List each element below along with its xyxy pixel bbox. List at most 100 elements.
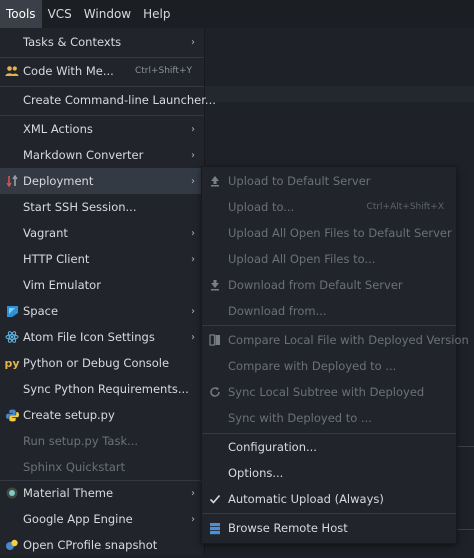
menu-item-label: Create setup.py: [23, 408, 115, 422]
menu-item-google-app-engine[interactable]: Google App Engine ›: [0, 506, 204, 532]
menu-item-label: Deployment: [23, 174, 94, 188]
menu-item-xml-actions[interactable]: XML Actions ›: [0, 116, 204, 142]
submenu-item-label: Download from Default Server: [228, 278, 403, 292]
python-console-icon: py: [4, 356, 20, 370]
menu-help-label: Help: [143, 7, 171, 21]
menu-item-markdown-converter[interactable]: Markdown Converter ›: [0, 142, 204, 168]
menu-item-label: Start SSH Session...: [23, 200, 137, 214]
menu-item-open-cprofile-snapshot[interactable]: Open CProfile snapshot: [0, 532, 204, 558]
menu-item-space[interactable]: Space ›: [0, 298, 204, 324]
chevron-right-icon: ›: [191, 331, 195, 343]
download-icon: [208, 278, 222, 292]
space-icon: [4, 303, 20, 319]
submenu-item-compare-with: Compare with Deployed to ...: [202, 353, 456, 379]
menu-item-code-with-me[interactable]: Code With Me... Ctrl+Shift+Y: [0, 58, 204, 84]
submenu-item-label: Automatic Upload (Always): [228, 492, 384, 506]
menu-item-label: Material Theme: [23, 486, 114, 500]
menu-item-start-ssh[interactable]: Start SSH Session...: [0, 194, 204, 220]
separator: [202, 325, 456, 326]
separator: [202, 513, 456, 514]
submenu-item-configuration[interactable]: Configuration...: [202, 434, 456, 460]
shortcut-label: Ctrl+Shift+Y: [134, 66, 192, 76]
compare-icon: [208, 333, 222, 347]
menu-item-python-debug-console[interactable]: py Python or Debug Console: [0, 350, 204, 376]
menu-item-deployment[interactable]: Deployment ›: [0, 168, 204, 194]
submenu-item-sync-with: Sync with Deployed to ...: [202, 405, 456, 431]
submenu-item-label: Options...: [228, 466, 284, 480]
menu-item-http-client[interactable]: HTTP Client ›: [0, 246, 204, 272]
menu-window[interactable]: Window: [78, 0, 137, 28]
chevron-right-icon: ›: [191, 36, 195, 48]
menu-item-label: Atom File Icon Settings: [23, 330, 155, 344]
menu-item-label: Vim Emulator: [23, 278, 101, 292]
menu-tools[interactable]: Tools: [0, 0, 42, 28]
deployment-icon: [4, 173, 20, 189]
submenu-item-label: Compare with Deployed to ...: [228, 359, 397, 373]
material-theme-icon: [4, 485, 20, 501]
menu-item-label: Run setup.py Task...: [23, 434, 139, 448]
atom-icon: [4, 329, 20, 345]
chevron-right-icon: ›: [191, 253, 195, 265]
submenu-item-label: Upload All Open Files to...: [228, 252, 376, 266]
menu-item-label: Space: [23, 304, 59, 318]
menu-window-label: Window: [83, 7, 132, 21]
submenu-item-upload-default: Upload to Default Server: [202, 168, 456, 194]
chevron-right-icon: ›: [191, 175, 195, 187]
submenu-item-upload-to: Upload to... Ctrl+Alt+Shift+X: [202, 194, 456, 220]
upload-icon: [208, 174, 222, 188]
menu-item-label: Vagrant: [23, 226, 68, 240]
submenu-item-browse-remote-host[interactable]: Browse Remote Host: [202, 515, 456, 541]
menu-item-label: Markdown Converter: [23, 148, 144, 162]
remote-host-icon: [208, 521, 222, 535]
menu-item-create-launcher[interactable]: Create Command-line Launcher...: [0, 87, 216, 113]
menu-item-tasks-contexts[interactable]: Tasks & Contexts ›: [0, 29, 204, 55]
menu-item-sphinx-quickstart: Sphinx Quickstart: [0, 454, 204, 480]
menu-item-material-theme[interactable]: Material Theme ›: [0, 480, 204, 506]
chevron-right-icon: ›: [191, 487, 195, 499]
menu-item-vagrant[interactable]: Vagrant ›: [0, 220, 204, 246]
editor-highlight-line: [204, 86, 474, 102]
sync-icon: [208, 385, 222, 399]
menu-tools-label: Tools: [6, 7, 36, 21]
submenu-item-upload-all-default: Upload All Open Files to Default Server: [202, 220, 456, 246]
chevron-right-icon: ›: [191, 123, 195, 135]
submenu-item-upload-all-to: Upload All Open Files to...: [202, 246, 456, 272]
submenu-item-label: Upload All Open Files to Default Server: [228, 226, 452, 240]
submenu-item-label: Upload to Default Server: [228, 174, 371, 188]
menu-item-label: Sync Python Requirements...: [23, 382, 189, 396]
menu-item-atom-file-icon-settings[interactable]: Atom File Icon Settings ›: [0, 324, 204, 350]
chevron-right-icon: ›: [191, 513, 195, 525]
chevron-right-icon: ›: [191, 305, 195, 317]
people-icon: [4, 63, 20, 79]
submenu-item-automatic-upload[interactable]: Automatic Upload (Always): [202, 486, 456, 512]
submenu-item-label: Sync with Deployed to ...: [228, 411, 372, 425]
tools-menu: Tasks & Contexts › Code With Me... Ctrl+…: [0, 28, 216, 558]
menu-bar: Tools VCS Window Help: [0, 0, 474, 28]
menu-item-create-setup-py[interactable]: Create setup.py: [0, 402, 204, 428]
menu-item-label: HTTP Client: [23, 252, 90, 266]
menu-help[interactable]: Help: [137, 0, 176, 28]
menu-item-vim-emulator[interactable]: Vim Emulator: [0, 272, 204, 298]
menu-item-label: Create Command-line Launcher...: [23, 93, 216, 107]
menu-vcs[interactable]: VCS: [42, 0, 78, 28]
menu-item-label: Code With Me...: [23, 64, 114, 78]
submenu-item-label: Compare Local File with Deployed Version: [228, 333, 469, 347]
submenu-item-options[interactable]: Options...: [202, 460, 456, 486]
menu-item-sync-python-requirements[interactable]: Sync Python Requirements...: [0, 376, 204, 402]
chevron-right-icon: ›: [191, 149, 195, 161]
submenu-item-label: Upload to...: [228, 200, 295, 214]
submenu-item-download-from: Download from...: [202, 298, 456, 324]
menu-item-label: Python or Debug Console: [23, 356, 170, 370]
submenu-item-label: Download from...: [228, 304, 327, 318]
check-icon: [208, 492, 222, 506]
cprofile-icon: [4, 537, 20, 553]
menu-vcs-label: VCS: [47, 7, 72, 21]
submenu-item-download-default: Download from Default Server: [202, 272, 456, 298]
submenu-item-sync-local-subtree: Sync Local Subtree with Deployed: [202, 379, 456, 405]
menu-item-label: Open CProfile snapshot: [23, 538, 158, 552]
submenu-item-label: Configuration...: [228, 440, 317, 454]
chevron-right-icon: ›: [191, 227, 195, 239]
menu-item-run-setup-py-task: Run setup.py Task...: [0, 428, 204, 454]
submenu-item-label: Sync Local Subtree with Deployed: [228, 385, 425, 399]
shortcut-label: Ctrl+Alt+Shift+X: [366, 202, 444, 212]
